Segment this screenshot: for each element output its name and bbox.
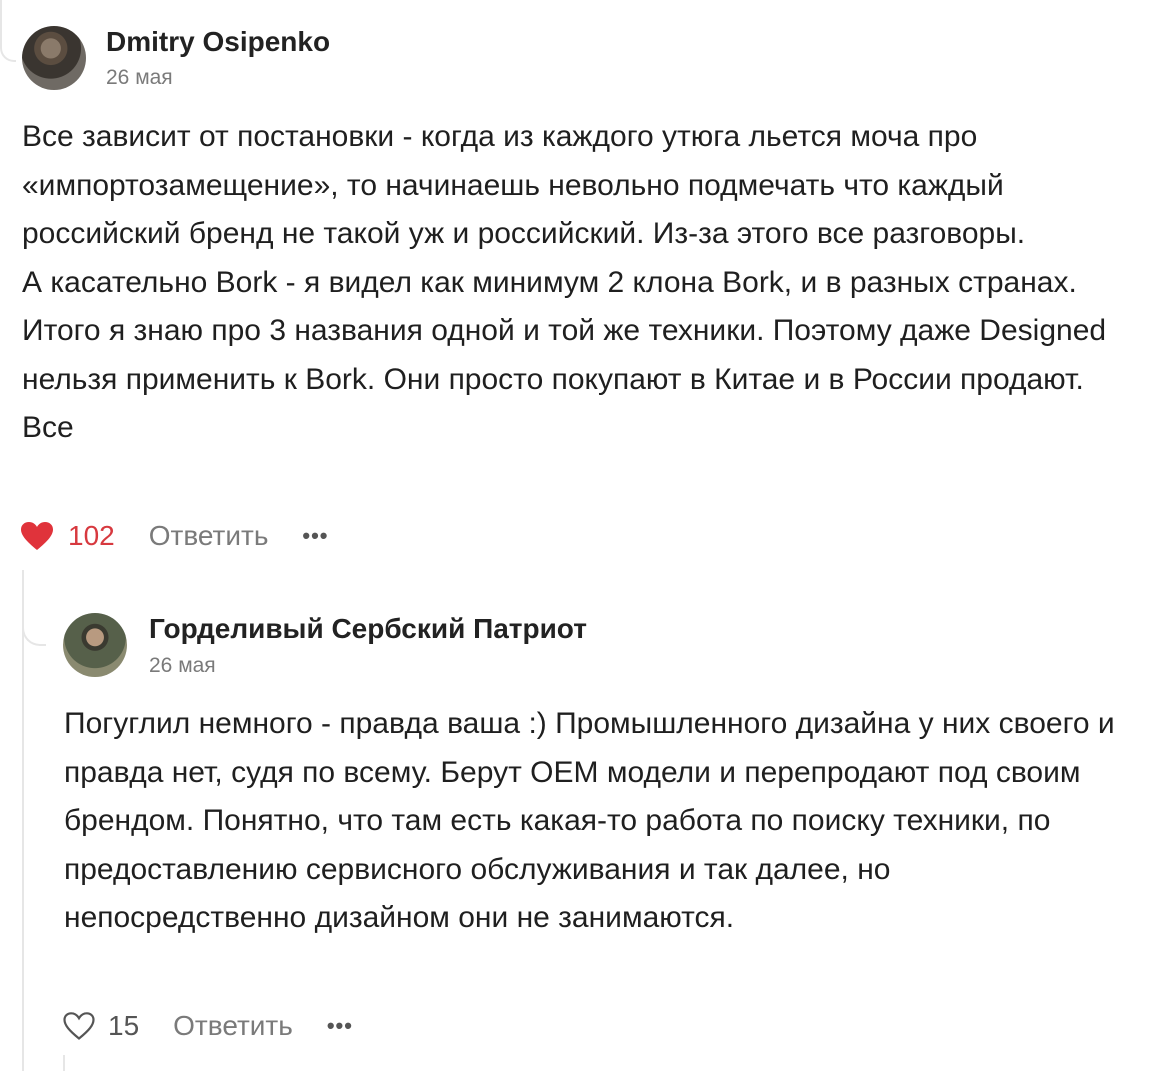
heart-filled-icon[interactable] bbox=[20, 521, 54, 551]
comment-date[interactable]: 26 мая bbox=[106, 66, 173, 90]
heart-outline-icon[interactable] bbox=[62, 1011, 96, 1041]
thread-connector-top bbox=[0, 0, 16, 62]
comment-body: Погуглил немного - правда ваша :) Промыш… bbox=[64, 700, 1124, 943]
reply-button[interactable]: Ответить bbox=[149, 520, 269, 552]
comment-paragraph: А касательно Bork - я видел как минимум … bbox=[22, 265, 1107, 445]
thread-line bbox=[63, 1055, 65, 1071]
comment-paragraph: Погуглил немного - правда ваша :) Промыш… bbox=[64, 707, 1115, 934]
comment-date[interactable]: 26 мая bbox=[149, 654, 216, 678]
comment-actions: 15 Ответить ••• bbox=[62, 1006, 353, 1046]
comment-author[interactable]: Dmitry Osipenko bbox=[106, 26, 330, 58]
thread-connector bbox=[22, 570, 46, 646]
comment-author[interactable]: Горделивый Сербский Патриот bbox=[149, 613, 587, 645]
avatar[interactable] bbox=[63, 613, 127, 677]
comment-paragraph: Все зависит от постановки - когда из каж… bbox=[22, 120, 1026, 250]
reply-button[interactable]: Ответить bbox=[173, 1010, 293, 1042]
more-options-icon[interactable]: ••• bbox=[302, 523, 328, 549]
comment-body: Все зависит от постановки - когда из каж… bbox=[22, 113, 1142, 453]
avatar[interactable] bbox=[22, 26, 86, 90]
comment-actions: 102 Ответить ••• bbox=[20, 516, 329, 556]
thread-line bbox=[22, 570, 24, 1071]
like-count: 15 bbox=[108, 1010, 140, 1041]
more-options-icon[interactable]: ••• bbox=[327, 1013, 353, 1039]
like-count: 102 bbox=[68, 520, 115, 551]
